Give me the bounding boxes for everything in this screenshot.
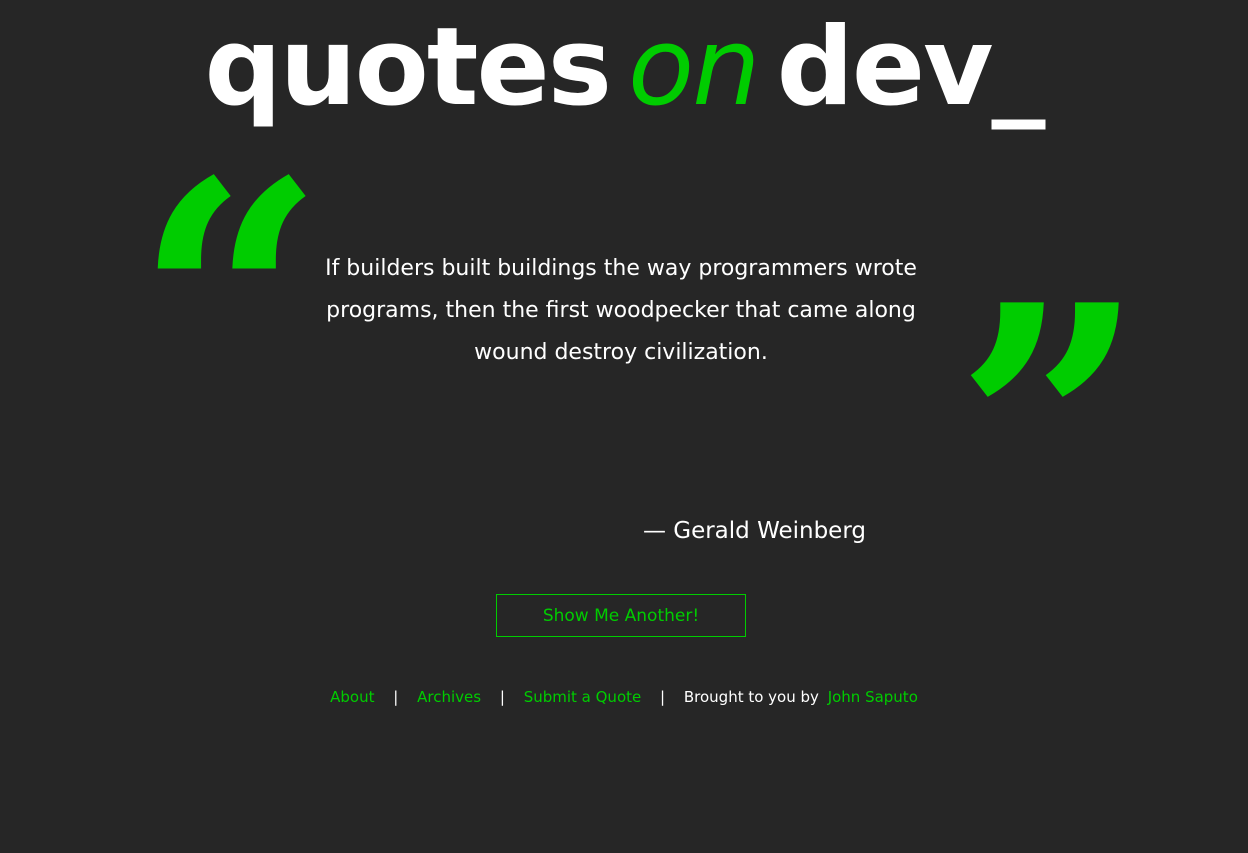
archives-link[interactable]: Archives	[417, 688, 481, 706]
footer-separator: |	[660, 688, 666, 706]
submit-quote-link[interactable]: Submit a Quote	[524, 688, 642, 706]
quote-text: If builders built buildings the way prog…	[325, 256, 917, 365]
author-link[interactable]: John Saputo	[828, 688, 918, 706]
footer-separator: |	[393, 688, 399, 706]
credit-text: Brought to you by	[683, 688, 819, 706]
about-link[interactable]: About	[330, 688, 374, 706]
close-quote-icon: ”	[955, 233, 1145, 621]
quote-author: — Gerald Weinberg	[642, 518, 866, 544]
open-quote-icon: “	[135, 109, 325, 497]
footer-separator: |	[499, 688, 505, 706]
footer-nav: About | Archives | Submit a Quote | Brou…	[0, 688, 1248, 706]
logo-word-on: on	[628, 5, 761, 130]
site-logo: quotes on dev_	[0, 14, 1248, 122]
show-another-button[interactable]: Show Me Another!	[496, 594, 746, 637]
logo-word-dev: dev_	[776, 5, 1046, 130]
